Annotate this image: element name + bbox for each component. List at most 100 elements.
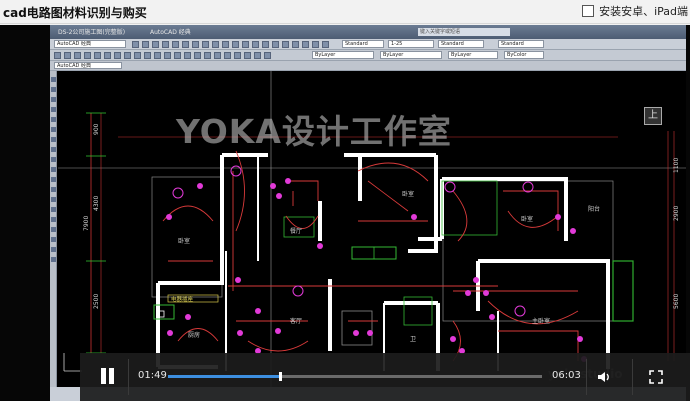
room-label: 主卧室	[532, 317, 550, 325]
toolbar-icon	[51, 207, 56, 212]
toolbar-icon	[174, 52, 181, 59]
divider	[632, 359, 633, 395]
toolbar-icon	[51, 147, 56, 152]
room-label: 卧室	[178, 237, 190, 245]
room-label: 卫	[410, 336, 416, 343]
toolbar-icon	[312, 41, 319, 48]
cad-dropdown: Standard	[498, 40, 544, 48]
fullscreen-button[interactable]	[648, 369, 664, 385]
toolbar-icon	[212, 41, 219, 48]
progress-bar[interactable]	[168, 372, 542, 381]
dimension-label: 5600	[673, 294, 680, 309]
dimension-label: 1100	[673, 158, 680, 173]
cad-drawing-canvas: 900 4300 7900 2500 1100 2900 5600 电器插座 卧…	[58, 71, 686, 387]
toolbar-icon	[302, 41, 309, 48]
toolbar-icon	[51, 177, 56, 182]
toolbar-icon	[204, 52, 211, 59]
toolbar-icon	[184, 52, 191, 59]
toolbar-icon	[84, 52, 91, 59]
page: cad电路图材料识别与购买 安装安卓、iPad端 DS-2公司施工图(完整版) …	[0, 0, 690, 401]
toolbar-icon	[154, 52, 161, 59]
toolbar-icon	[51, 167, 56, 172]
toolbar-icon	[222, 41, 229, 48]
toolbar-icon	[51, 87, 56, 92]
toolbar-icon	[51, 237, 56, 242]
toolbar-icon	[242, 41, 249, 48]
fullscreen-icon	[649, 370, 663, 384]
pause-icon	[109, 368, 114, 384]
install-option[interactable]: 安装安卓、iPad端	[582, 3, 688, 19]
cad-dropdown: Standard	[438, 40, 484, 48]
pause-icon	[101, 368, 106, 384]
toolbar-icon	[292, 41, 299, 48]
divider	[128, 359, 129, 395]
toolbar-icon	[144, 52, 151, 59]
volume-button[interactable]	[596, 369, 612, 385]
install-checkbox[interactable]	[582, 5, 595, 17]
cad-toolbar: AutoCAD 经典	[50, 61, 686, 71]
toolbar-icon	[51, 77, 56, 82]
toolbar-icon	[54, 52, 61, 59]
toolbar-icon	[264, 52, 271, 59]
cad-toolbar: ByLayer ByLayer ByLayer ByColor	[50, 50, 686, 61]
toolbar-icon	[51, 247, 56, 252]
cad-dropdown: Standard	[342, 40, 384, 48]
divider	[586, 359, 587, 395]
toolbar-icon	[162, 41, 169, 48]
toolbar-icon	[244, 52, 251, 59]
toolbar-icon	[51, 197, 56, 202]
toolbar-icon	[214, 52, 221, 59]
cad-toolbar: AutoCAD 经典 Standard 1-25 Standard Standa…	[50, 39, 686, 50]
toolbar-icon	[272, 41, 279, 48]
cad-titlebar: DS-2公司施工图(完整版) AutoCAD 经典 键入关键字或短语	[50, 25, 686, 39]
toolbar-icon	[232, 41, 239, 48]
volume-icon	[598, 372, 609, 382]
toolbar-icon	[51, 137, 56, 142]
dimension-label: 2900	[673, 206, 680, 221]
cad-dropdown: ByLayer	[380, 51, 442, 59]
toolbar-icon	[262, 41, 269, 48]
room-label: 阳台	[588, 205, 600, 213]
pause-button[interactable]	[96, 366, 118, 388]
video-player[interactable]: DS-2公司施工图(完整版) AutoCAD 经典 键入关键字或短语 AutoC…	[0, 25, 690, 401]
cad-tab: DS-2公司施工图(完整版)	[58, 29, 126, 36]
toolbar-icon	[254, 52, 261, 59]
current-time: 01:49	[138, 370, 167, 381]
cad-dropdown: ByLayer	[448, 51, 498, 59]
cad-tab: AutoCAD 经典	[150, 29, 191, 36]
cad-left-toolbar	[50, 71, 57, 387]
toolbar-icon	[182, 41, 189, 48]
toolbar-icon	[282, 41, 289, 48]
toolbar-icon	[51, 227, 56, 232]
toolbar-icon	[152, 41, 159, 48]
toolbar-icon	[142, 41, 149, 48]
room-label: 厨房	[188, 331, 200, 339]
cad-dropdown: AutoCAD 经典	[54, 40, 126, 48]
room-label: 卧室	[521, 215, 533, 223]
toolbar-icon	[51, 257, 56, 262]
cad-dropdown: 1-25	[388, 40, 434, 48]
cad-dropdown: ByColor	[504, 51, 544, 59]
toolbar-icon	[234, 52, 241, 59]
cad-search-box: 键入关键字或短语	[418, 28, 510, 36]
toolbar-icon	[64, 52, 71, 59]
dimension-label: 900	[93, 123, 100, 135]
duration: 06:03	[552, 370, 581, 381]
install-label: 安装安卓、iPad端	[599, 5, 688, 18]
progress-thumb[interactable]	[279, 372, 283, 381]
toolbar-icon	[51, 187, 56, 192]
room-label: 客厅	[290, 317, 302, 325]
toolbar-icon	[94, 52, 101, 59]
toolbar-icon	[104, 52, 111, 59]
cad-dropdown: ByLayer	[312, 51, 374, 59]
toolbar-icon	[224, 52, 231, 59]
dimension-label: 4300	[93, 196, 100, 211]
toolbar-icon	[194, 52, 201, 59]
cad-dropdown: AutoCAD 经典	[54, 62, 122, 69]
dimension-label: 7900	[83, 216, 90, 231]
electrical-symbols	[166, 178, 587, 362]
toolbar-icon	[252, 41, 259, 48]
progress-fill	[168, 375, 281, 378]
toolbar-icon	[74, 52, 81, 59]
page-title: cad电路图材料识别与购买	[3, 6, 147, 20]
